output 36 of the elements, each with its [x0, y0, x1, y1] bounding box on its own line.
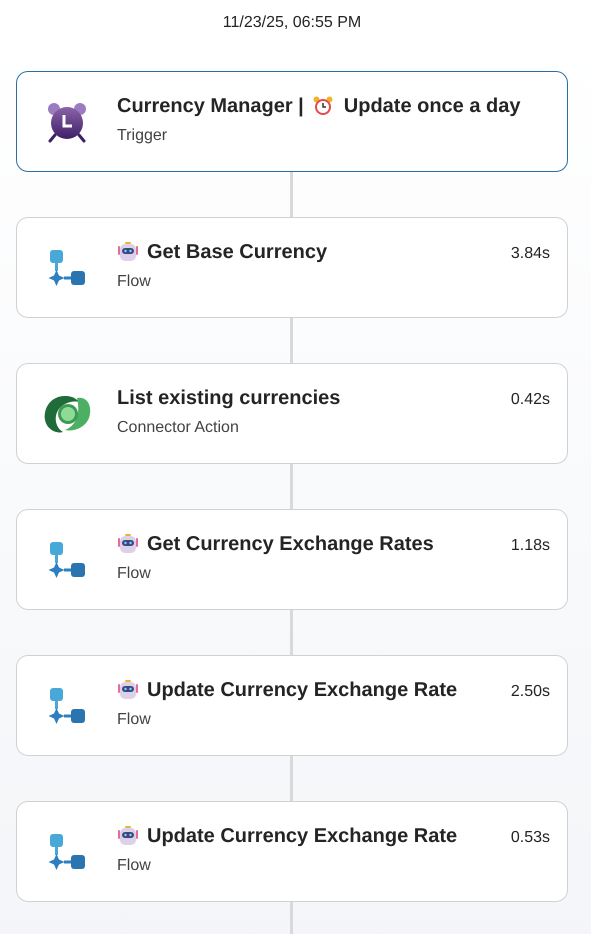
step-type: Flow [117, 272, 152, 290]
step-card[interactable]: List existing currencies Connector Action 0.42s [16, 363, 568, 464]
robot-icon [117, 825, 139, 847]
connector-logo-icon [43, 394, 93, 434]
step-type: Flow [117, 564, 152, 582]
step-card[interactable]: Update Currency Exchange Rate Flow 2.50s [16, 655, 568, 756]
step-card[interactable]: Get Currency Exchange Rates Flow 1.18s [16, 509, 568, 610]
step-card[interactable]: Get Base Currency Flow 3.84s [16, 217, 568, 318]
step-type: Connector Action [117, 418, 240, 436]
flow-icon [47, 686, 87, 726]
step-card[interactable]: Currency Manager | Update once a day Trigger [16, 71, 568, 172]
step-duration: 1.18s [510, 537, 550, 555]
flow-icon [47, 832, 87, 872]
step-duration: 3.84s [510, 245, 550, 263]
alarm-clock-icon [312, 95, 334, 117]
step-type: Flow [117, 856, 152, 874]
step-title: Update Currency Exchange Rate [147, 824, 458, 848]
step-title: Get Base Currency [147, 240, 328, 264]
step-type: Flow [117, 710, 152, 728]
step-card[interactable]: Update Currency Exchange Rate Flow 0.53s [16, 801, 568, 902]
step-schedule: Update once a day [344, 94, 520, 118]
robot-icon [117, 679, 139, 701]
step-duration: 0.42s [510, 391, 550, 409]
flow-icon [47, 540, 87, 580]
alarm-clock-icon [47, 100, 87, 142]
run-timestamp: 11/23/25, 06:55 PM [222, 14, 362, 31]
step-title: Update Currency Exchange Rate [147, 678, 458, 702]
step-duration: 0.53s [510, 829, 550, 847]
step-type: Trigger [117, 126, 168, 144]
step-title: List existing currencies [117, 386, 340, 410]
step-title: Get Currency Exchange Rates [147, 532, 434, 556]
robot-icon [117, 533, 139, 555]
flow-icon [47, 248, 87, 288]
step-title: Currency Manager | [117, 94, 304, 118]
step-duration: 2.50s [510, 683, 550, 701]
robot-icon [117, 241, 139, 263]
